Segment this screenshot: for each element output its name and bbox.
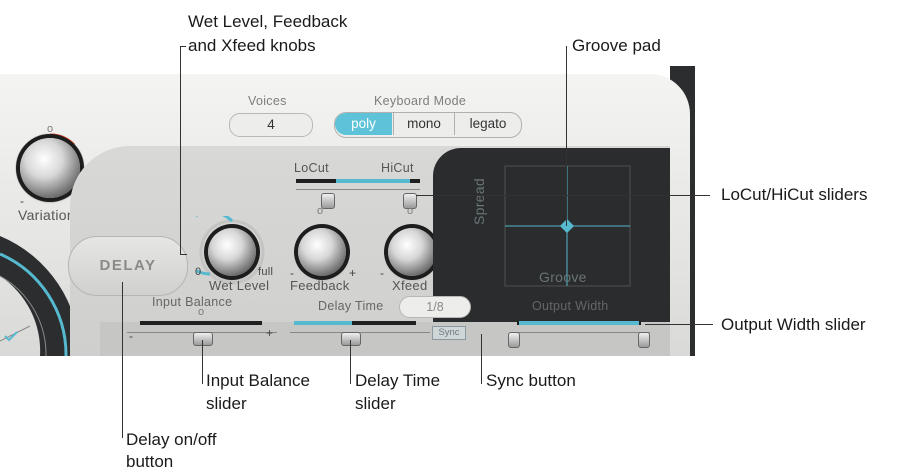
output-width-label: Output Width [532, 299, 609, 313]
wet-level-max: full [258, 266, 274, 278]
voices-label: Voices [248, 94, 287, 108]
locut-hicut-rail [296, 189, 420, 190]
delay-time-value[interactable]: 1/8 [399, 296, 471, 318]
input-balance-slider-thumb[interactable] [193, 332, 213, 346]
input-balance-track [140, 321, 262, 325]
feedback-plus: + [349, 266, 357, 280]
callout-line-locut [416, 195, 710, 196]
callout-delay-time-line2: slider [355, 394, 396, 413]
hicut-label: HiCut [381, 161, 414, 175]
groove-pad-y-label: Spread [471, 178, 487, 225]
bottom-slider-strip [100, 322, 670, 356]
callout-line-sync [481, 334, 482, 384]
output-width-left-thumb[interactable] [508, 332, 520, 348]
feedback-knob[interactable] [298, 228, 346, 276]
groove-pad-x-label: Groove [539, 269, 587, 285]
callout-groove-pad: Groove pad [572, 36, 661, 55]
callout-knobs-line2: and Xfeed knobs [188, 36, 316, 55]
xfeed-knob[interactable] [388, 228, 436, 276]
callout-line-input-balance [202, 340, 203, 384]
delay-time-label: Delay Time [318, 299, 384, 313]
callout-locut-hicut: LoCut/HiCut sliders [721, 185, 868, 204]
callout-input-balance-line1: Input Balance [206, 371, 310, 390]
callout-delay-onoff-line1: Delay on/off [126, 430, 217, 449]
feedback-label: Feedback [290, 278, 350, 293]
output-width-fill [519, 321, 639, 325]
wet-level-knob[interactable] [208, 228, 256, 276]
input-balance-label: Input Balance [152, 295, 233, 309]
callout-line-output [645, 324, 713, 325]
sync-button[interactable]: Sync [432, 326, 466, 340]
callout-output-width: Output Width slider [721, 315, 866, 334]
callout-delay-time-line1: Delay Time [355, 371, 441, 390]
variation-label: Variation [18, 207, 75, 223]
keyboard-mode-mono[interactable]: mono [393, 113, 454, 135]
delay-time-slider-thumb[interactable] [341, 332, 361, 346]
variation-knob[interactable] [20, 138, 80, 198]
output-width-rail [510, 332, 650, 333]
xfeed-label: Xfeed [392, 278, 428, 293]
callout-sync-button: Sync button [486, 371, 576, 390]
variation-minus: - [20, 194, 25, 208]
callout-tick-knobs [180, 46, 186, 47]
callout-knobs-line1: Wet Level, Feedback [188, 12, 348, 31]
input-balance-plus: + [266, 326, 274, 340]
keyboard-mode-legato[interactable]: legato [454, 113, 521, 135]
delay-onoff-button[interactable]: DELAY [68, 236, 188, 296]
callout-input-balance-line2: slider [206, 394, 247, 413]
xfeed-indicator: o [407, 205, 414, 217]
locut-hicut-range [336, 179, 410, 183]
delay-plugin-panel: o - + Variation Voices 4 Keyboard Mode p… [0, 66, 695, 356]
callout-line-delay [122, 282, 123, 438]
callout-line-delay-time [350, 340, 351, 384]
feedback-indicator: o [317, 205, 324, 217]
locut-label: LoCut [294, 161, 329, 175]
output-width-right-thumb[interactable] [638, 332, 650, 348]
groove-pad-handle[interactable] [567, 222, 576, 231]
callout-tick-knobs-bottom [180, 254, 187, 255]
callout-line-knobs [180, 46, 181, 254]
callout-delay-onoff-line2: button [126, 452, 174, 471]
input-balance-minus: - [129, 329, 134, 343]
keyboard-mode-poly[interactable]: poly [335, 113, 392, 135]
xfeed-minus: - [380, 266, 385, 280]
keyboard-mode-label: Keyboard Mode [374, 94, 467, 108]
callout-line-groove [566, 46, 567, 226]
wet-level-min: 0 [195, 266, 202, 278]
wet-level-label: Wet Level [209, 278, 270, 293]
delay-time-fill [294, 321, 352, 325]
input-balance-indicator: o [198, 306, 205, 318]
voices-field[interactable]: 4 [229, 113, 313, 137]
